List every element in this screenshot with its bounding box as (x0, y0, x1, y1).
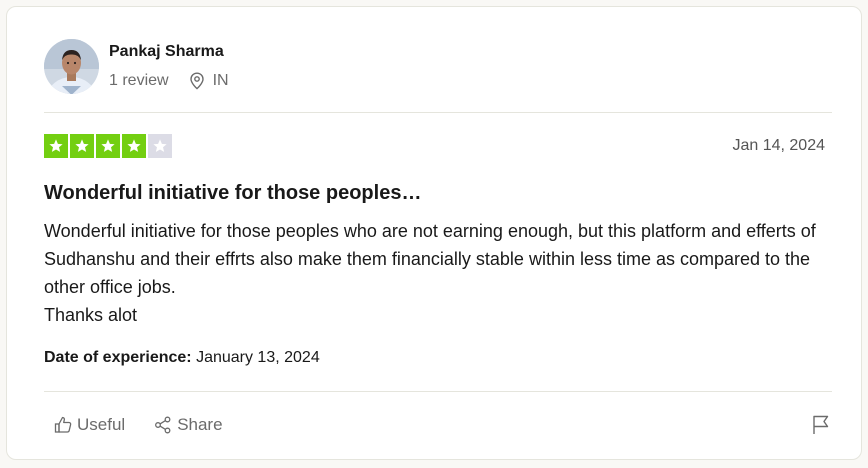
useful-label: Useful (77, 415, 126, 434)
date-of-experience: Date of experience: January 13, 2024 (44, 348, 320, 368)
thumbs-up-icon (54, 416, 72, 433)
avatar[interactable] (44, 39, 99, 94)
useful-button[interactable]: Useful (53, 414, 125, 436)
divider (44, 112, 832, 113)
country-code: IN (212, 72, 229, 89)
reviewer-location: IN (189, 71, 229, 91)
share-icon (155, 416, 171, 434)
star-empty-icon (148, 134, 172, 158)
star-filled-icon (44, 134, 68, 158)
review-text: Wonderful initiative for those peoples w… (44, 221, 816, 297)
review-body: Wonderful initiative for those peoples w… (44, 217, 844, 329)
share-button[interactable]: Share (153, 414, 223, 436)
report-flag-icon[interactable] (809, 413, 833, 437)
experience-label: Date of experience: (44, 349, 192, 366)
location-pin-icon (189, 72, 204, 90)
review-count: 1 review (109, 72, 169, 89)
review-title[interactable]: Wonderful initiative for those peoples… (44, 180, 421, 206)
review-card: Pankaj Sharma 1 review IN Jan 14, 2024 W… (6, 6, 862, 460)
reviewer-header: Pankaj Sharma 1 review IN (44, 39, 229, 94)
star-filled-icon (96, 134, 120, 158)
star-rating (44, 134, 174, 158)
experience-date: January 13, 2024 (196, 349, 320, 366)
review-actions: Useful Share (53, 414, 223, 436)
reviewer-name[interactable]: Pankaj Sharma (109, 42, 229, 62)
review-date: Jan 14, 2024 (732, 137, 825, 154)
share-label: Share (177, 415, 223, 434)
review-text-signoff: Thanks alot (44, 305, 138, 325)
star-filled-icon (122, 134, 146, 158)
star-filled-icon (70, 134, 94, 158)
reviewer-meta: 1 review IN (109, 71, 229, 91)
user-info: Pankaj Sharma 1 review IN (109, 42, 229, 91)
divider (44, 391, 832, 392)
